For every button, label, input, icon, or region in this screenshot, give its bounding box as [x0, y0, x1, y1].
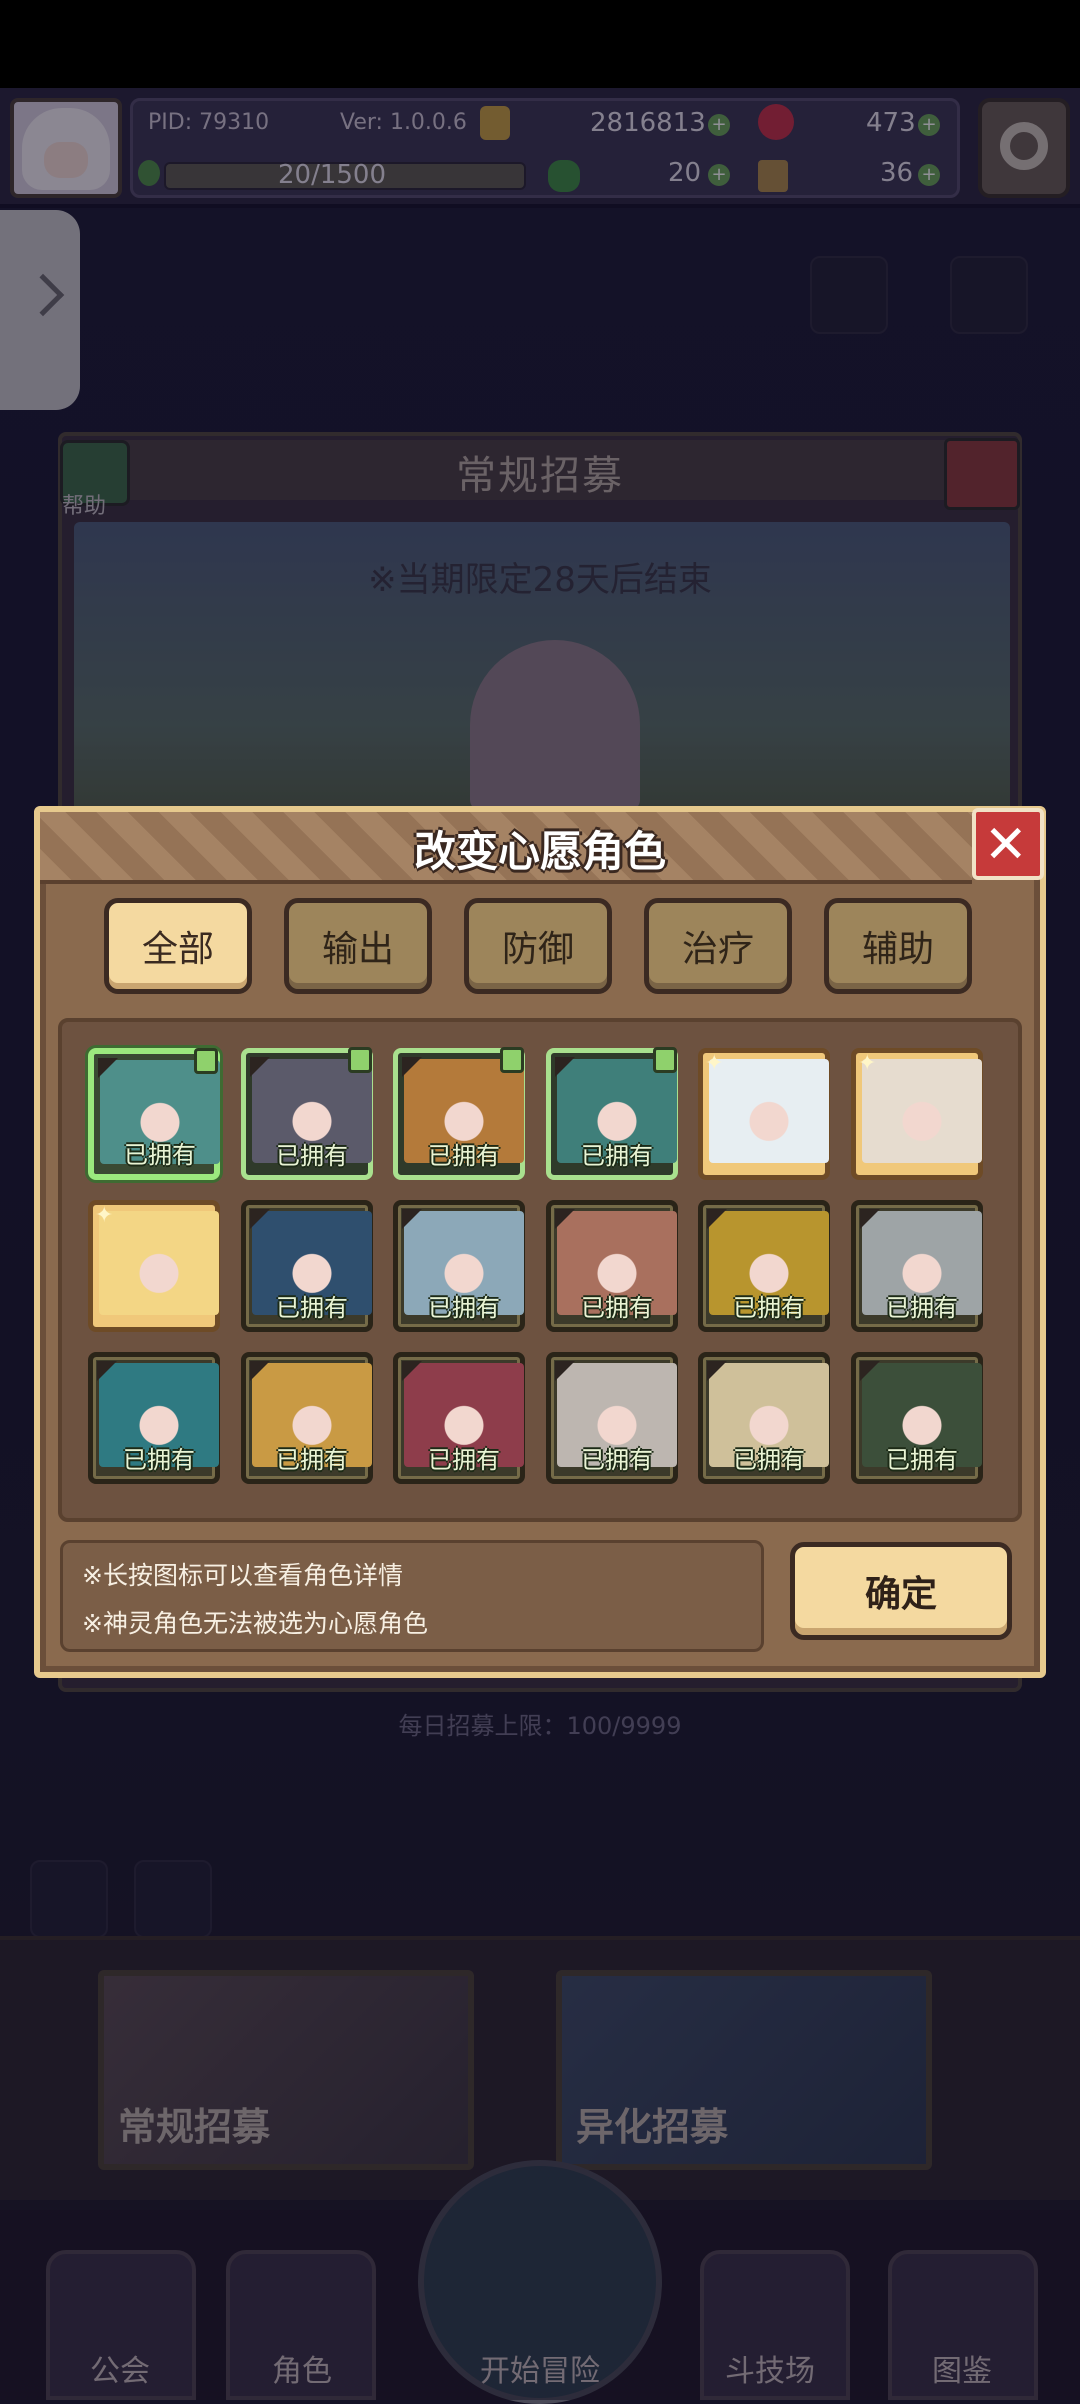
- character-card[interactable]: 已拥有: [241, 1352, 373, 1484]
- dialog-close-button[interactable]: ✕: [972, 808, 1044, 880]
- deity-star-icon: ✦: [705, 1051, 724, 1076]
- deity-star-icon: ✦: [95, 1203, 114, 1228]
- status-bar: [0, 0, 1080, 88]
- character-card[interactable]: 已拥有: [88, 1048, 220, 1180]
- thumb-up-icon: [348, 1047, 372, 1073]
- owned-label: 已拥有: [733, 1294, 805, 1322]
- character-card[interactable]: 已拥有: [851, 1200, 983, 1332]
- owned-label: 已拥有: [428, 1294, 500, 1322]
- tab-heal[interactable]: 治疗: [644, 898, 792, 994]
- owned-label: 已拥有: [428, 1142, 500, 1170]
- confirm-button[interactable]: 确定: [790, 1542, 1012, 1640]
- tab-support[interactable]: 辅助: [824, 898, 972, 994]
- character-portrait: [99, 1211, 219, 1315]
- owned-label: 已拥有: [886, 1446, 958, 1474]
- tab-defense[interactable]: 防御: [464, 898, 612, 994]
- owned-label: 已拥有: [733, 1446, 805, 1474]
- character-card[interactable]: 已拥有: [546, 1047, 678, 1180]
- character-portrait: [862, 1059, 982, 1163]
- character-card[interactable]: 已拥有: [393, 1047, 525, 1180]
- deity-star-icon: ✦: [858, 1051, 877, 1076]
- thumb-up-icon: [500, 1047, 524, 1073]
- character-card[interactable]: 已拥有: [851, 1352, 983, 1484]
- thumb-up-icon: [194, 1048, 218, 1074]
- character-card[interactable]: 已拥有: [241, 1200, 373, 1332]
- note-long-press: ※长按图标可以查看角色详情: [82, 1561, 403, 1590]
- owned-label: 已拥有: [581, 1446, 653, 1474]
- owned-label: 已拥有: [276, 1294, 348, 1322]
- owned-label: 已拥有: [581, 1142, 653, 1170]
- character-card[interactable]: 已拥有: [698, 1352, 830, 1484]
- character-card[interactable]: 已拥有: [698, 1200, 830, 1332]
- owned-label: 已拥有: [581, 1294, 653, 1322]
- tab-all[interactable]: 全部: [104, 898, 252, 994]
- character-card[interactable]: ✦: [698, 1048, 830, 1180]
- character-card[interactable]: 已拥有: [241, 1047, 373, 1180]
- owned-label: 已拥有: [123, 1446, 195, 1474]
- character-card[interactable]: 已拥有: [546, 1352, 678, 1484]
- note-deity: ※神灵角色无法被选为心愿角色: [82, 1609, 428, 1638]
- close-icon: ✕: [984, 815, 1028, 875]
- character-card[interactable]: 已拥有: [88, 1352, 220, 1484]
- character-portrait: [709, 1059, 829, 1163]
- owned-label: 已拥有: [276, 1446, 348, 1474]
- thumb-up-icon: [653, 1047, 677, 1073]
- character-card[interactable]: ✦: [88, 1200, 220, 1332]
- owned-label: 已拥有: [886, 1294, 958, 1322]
- character-card[interactable]: 已拥有: [546, 1200, 678, 1332]
- owned-label: 已拥有: [276, 1142, 348, 1170]
- owned-label: 已拥有: [124, 1141, 196, 1169]
- character-card[interactable]: ✦: [851, 1048, 983, 1180]
- tab-output[interactable]: 输出: [284, 898, 432, 994]
- owned-label: 已拥有: [428, 1446, 500, 1474]
- dialog-title: 改变心愿角色: [413, 827, 666, 876]
- character-card[interactable]: 已拥有: [393, 1352, 525, 1484]
- character-card[interactable]: 已拥有: [393, 1200, 525, 1332]
